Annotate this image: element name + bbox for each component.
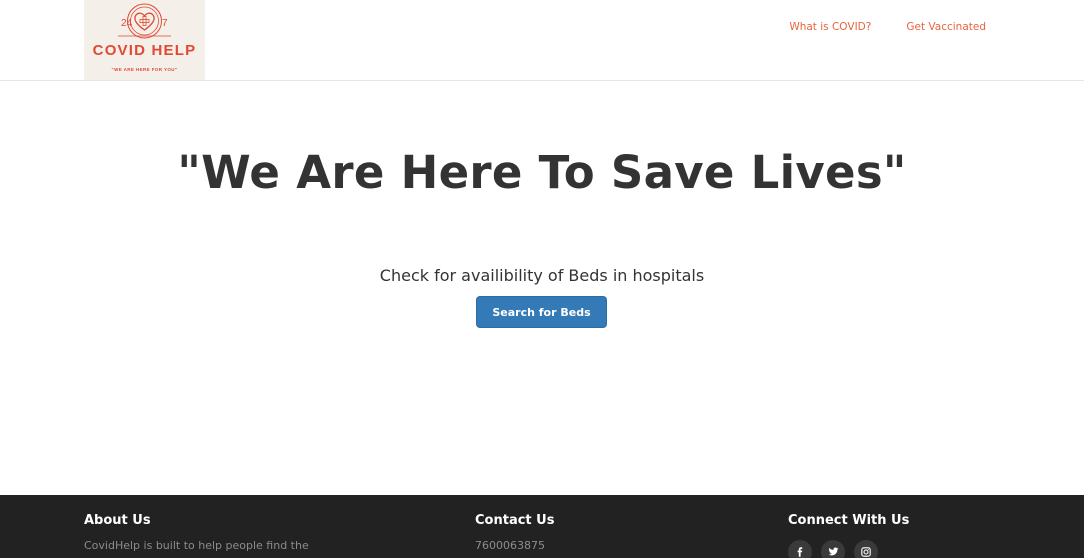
site-header: 24 7 COVID HELP "WE ARE HERE FOR YOU" Wh…: [0, 0, 1084, 81]
footer-contact: Contact Us 7600063875: [475, 513, 554, 552]
hero-subtitle: Check for availibility of Beds in hospit…: [379, 266, 705, 285]
connect-heading: Connect With Us: [788, 513, 910, 528]
contact-phone: 7600063875: [475, 539, 545, 552]
social-links: [788, 540, 909, 558]
nav-what-is-covid[interactable]: What is COVID?: [789, 21, 871, 33]
about-text: CovidHelp is built to help people find t…: [84, 539, 309, 552]
heart-cross-icon: 24 7: [118, 3, 171, 39]
about-heading: About Us: [84, 513, 151, 528]
logo-number-24: 24: [121, 18, 133, 29]
site-logo[interactable]: 24 7 COVID HELP "WE ARE HERE FOR YOU": [84, 0, 205, 80]
nav-get-vaccinated[interactable]: Get Vaccinated: [906, 21, 986, 33]
facebook-icon[interactable]: [788, 540, 812, 558]
instagram-icon[interactable]: [854, 540, 878, 558]
footer-connect: Connect With Us: [788, 513, 909, 558]
site-footer: About Us CovidHelp is built to help peop…: [0, 495, 1084, 558]
twitter-icon[interactable]: [821, 540, 845, 558]
logo-number-7: 7: [162, 18, 168, 29]
footer-about: About Us CovidHelp is built to help peop…: [84, 513, 309, 552]
search-beds-button[interactable]: Search for Beds: [476, 296, 607, 328]
logo-title: COVID HELP: [92, 42, 197, 59]
contact-heading: Contact Us: [475, 513, 555, 528]
hero-title: "We Are Here To Save Lives": [177, 146, 907, 199]
logo-tagline: "WE ARE HERE FOR YOU": [111, 67, 178, 72]
main-nav: What is COVID? Get Vaccinated: [789, 21, 986, 33]
